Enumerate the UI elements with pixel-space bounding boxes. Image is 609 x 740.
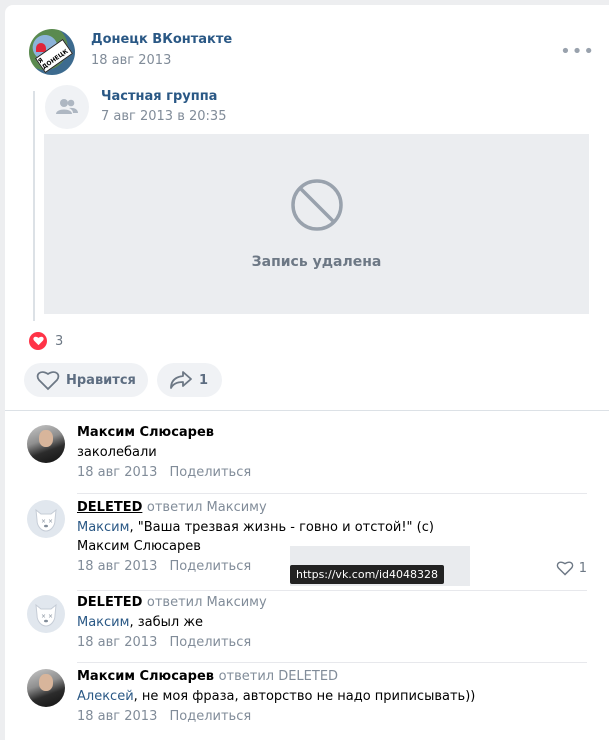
deleted-dog-icon: × × xyxy=(35,603,57,627)
comment-author-line: Максим Слюсарев ответил DELETED xyxy=(77,669,587,684)
reply-addressee[interactable]: Максим xyxy=(77,615,129,630)
reply-indicator[interactable]: ответил Максиму xyxy=(147,500,267,515)
comment-meta: 18 авг 2013 Поделиться xyxy=(77,465,587,480)
svg-text:×: × xyxy=(41,518,46,525)
reply-indicator[interactable]: ответил Максиму xyxy=(147,595,267,610)
comment-text: заколебали xyxy=(77,445,157,460)
comment-like-button[interactable]: 1 xyxy=(556,560,587,576)
deleted-user-avatar[interactable]: × × xyxy=(27,595,65,633)
like-button-label: Нравится xyxy=(66,372,136,388)
heart-outline-icon xyxy=(556,561,574,576)
deleted-user-avatar[interactable]: × × xyxy=(27,500,65,538)
deleted-post-text: Запись удалена xyxy=(251,254,382,270)
reply-addressee[interactable]: Максим xyxy=(77,520,129,535)
comment-author[interactable]: Максим Слюсарев xyxy=(77,669,214,684)
comment-author[interactable]: DELETED xyxy=(77,595,142,610)
private-group-avatar[interactable] xyxy=(45,85,89,129)
comment-author[interactable]: Максим Слюсарев xyxy=(77,425,587,440)
comment-share-link[interactable]: Поделиться xyxy=(170,635,252,650)
deleted-post-placeholder: Запись удалена xyxy=(44,134,589,314)
post-date[interactable]: 18 авг 2013 xyxy=(91,53,171,68)
comment-separator xyxy=(77,590,587,591)
commenter-avatar[interactable] xyxy=(27,669,65,707)
comment-date[interactable]: 18 авг 2013 xyxy=(77,635,157,650)
users-icon xyxy=(56,99,78,114)
comment-share-link[interactable]: Поделиться xyxy=(170,465,252,480)
share-arrow-icon xyxy=(170,371,192,389)
comment-text: Алексей, не моя фраза, авторство не надо… xyxy=(77,689,476,704)
share-count: 1 xyxy=(199,372,209,388)
share-button[interactable]: 1 xyxy=(157,363,222,397)
reply-indicator[interactable]: ответил DELETED xyxy=(219,669,339,684)
comment-share-link[interactable]: Поделиться xyxy=(170,709,252,724)
reply-addressee[interactable]: Алексей xyxy=(77,689,134,704)
comment-date[interactable]: 18 авг 2013 xyxy=(77,709,157,724)
commenter-avatar[interactable] xyxy=(27,425,65,463)
heart-reaction-icon xyxy=(29,332,47,350)
repost-author[interactable]: Частная группа xyxy=(101,89,217,104)
prohibited-icon xyxy=(290,179,343,231)
comment-meta: 18 авг 2013 Поделиться xyxy=(77,635,587,650)
like-button[interactable]: Нравится xyxy=(24,363,148,397)
comment-meta: 18 авг 2013 Поделиться xyxy=(77,709,587,724)
comment-like-count: 1 xyxy=(578,560,587,576)
heart-outline-icon xyxy=(36,371,60,391)
svg-text:×: × xyxy=(48,613,53,620)
comment-author-line: DELETED ответил Максиму xyxy=(77,500,587,515)
svg-text:×: × xyxy=(48,518,53,525)
group-name[interactable]: Донецк ВКонтакте xyxy=(91,32,232,47)
group-avatar[interactable]: Я ДОНЕЦК xyxy=(29,29,75,75)
more-options-icon[interactable]: ••• xyxy=(560,41,595,62)
post-header: Я ДОНЕЦК Донецк ВКонтакте 18 авг 2013 ••… xyxy=(29,29,599,75)
repost-date[interactable]: 7 авг 2013 в 20:35 xyxy=(101,109,226,124)
comment-share-link[interactable]: Поделиться xyxy=(170,559,252,574)
svg-text:×: × xyxy=(41,613,46,620)
comment-author[interactable]: DELETED xyxy=(77,500,142,515)
comment-date[interactable]: 18 авг 2013 xyxy=(77,465,157,480)
post-card: Я ДОНЕЦК Донецк ВКонтакте 18 авг 2013 ••… xyxy=(5,5,609,740)
link-tooltip: https://vk.com/id4048328 xyxy=(290,565,445,584)
repost-border xyxy=(33,91,35,321)
comment-separator xyxy=(77,662,587,663)
comment-text: Максим, "Ваша трезвая жизнь - говно и от… xyxy=(77,520,434,554)
comment-author-line: DELETED ответил Максиму xyxy=(77,595,587,610)
deleted-dog-icon: × × xyxy=(35,508,57,532)
comment-date[interactable]: 18 авг 2013 xyxy=(77,559,157,574)
comment-separator xyxy=(77,493,587,494)
comment-text: Максим, забыл же xyxy=(77,615,204,630)
comments-divider xyxy=(5,410,609,411)
likes-count: 3 xyxy=(55,333,64,349)
likes-summary[interactable]: 3 xyxy=(29,332,63,350)
